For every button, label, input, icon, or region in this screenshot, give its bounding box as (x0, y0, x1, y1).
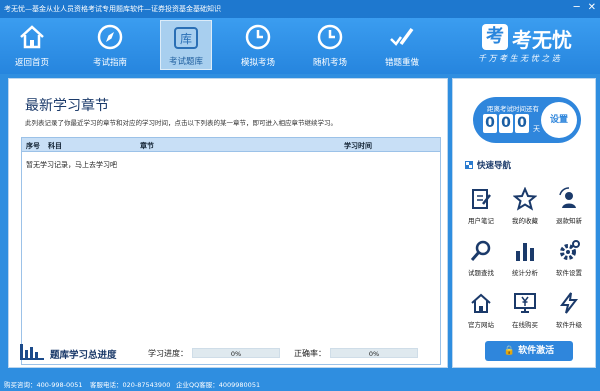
recent-chapters-panel: 最新学习章节 此列表记录了你最近学习的章节和对应的学习时间，点击以下列表的某一章… (8, 78, 448, 368)
library-icon: 库 (174, 27, 198, 49)
quick-nav-buy[interactable]: 在线购买 (503, 289, 547, 335)
lock-icon: 🔒 (503, 346, 519, 356)
accuracy-value: 0% (368, 350, 380, 358)
nav-guide-label: 考试指南 (92, 58, 127, 68)
home-outline-icon (471, 293, 491, 313)
search-icon (470, 240, 491, 261)
nav-redo-wrong[interactable]: 错题重做 (376, 20, 428, 70)
bar-chart-icon (20, 344, 44, 360)
countdown-digits: 0 0 0 (483, 114, 529, 133)
quick-nav-favorites[interactable]: 我的收藏 (503, 185, 547, 231)
clock-icon (245, 24, 271, 50)
nav-home[interactable]: 返回首页 (6, 20, 58, 70)
main-toolbar: 返回首页 考试指南 库 考试题库 模拟考场 随机考场 错题重做 考 考无忧 千 … (0, 18, 600, 74)
window-controls: ─ ✕ (574, 2, 596, 14)
quick-nav-stats[interactable]: 统计分析 (503, 237, 547, 283)
minimize-button[interactable]: ─ (574, 2, 580, 14)
page-description: 此列表记录了你最近学习的章节和对应的学习时间，点击以下列表的某一章节，即可进入相… (25, 119, 337, 127)
title-bar: 考无忧—基金从业人员资格考试专用题库软件—证券投资基金基础知识 ─ ✕ (0, 0, 600, 18)
table-header: 序号 科目 章节 学习时间 (22, 138, 440, 152)
column-header-index: 序号 (26, 142, 40, 150)
quick-nav-upgrade-label: 软件升级 (556, 321, 582, 329)
service-phone: 客服电话：020-87543900 (90, 381, 171, 389)
monitor-yen-icon (514, 293, 536, 313)
countdown-label: 距离考试时间还有 (487, 105, 539, 113)
study-progress-value: 0% (230, 350, 242, 358)
quick-nav-notes[interactable]: 用户笔记 (459, 185, 503, 231)
study-progress-bar: 0% (192, 348, 280, 358)
nav-guide[interactable]: 考试指南 (84, 20, 136, 70)
nav-random-exam[interactable]: 随机考场 (304, 20, 356, 70)
close-button[interactable]: ✕ (588, 2, 596, 14)
quick-nav-settings[interactable]: 软件设置 (547, 237, 591, 283)
page-title: 最新学习章节 (25, 98, 109, 114)
home-icon (20, 25, 44, 49)
gear-icon (560, 240, 580, 260)
nav-question-bank[interactable]: 库 考试题库 (160, 20, 212, 70)
library-badge: 库 (180, 31, 192, 46)
nav-mock-exam-label: 模拟考场 (240, 58, 275, 68)
column-header-chapter: 章节 (140, 142, 154, 150)
qq-service: 企业QQ客服：4009980051 (176, 381, 261, 389)
activate-label: 软件激活 (518, 346, 555, 356)
brand-logo: 考 考无忧 千 万 考 生 无 忧 之 选 (468, 22, 596, 68)
overall-progress: 题库学习总进度 学习进度： 0% 正确率： 0% (20, 342, 440, 362)
accuracy-label: 正确率： (294, 349, 326, 358)
study-progress-label: 学习进度： (148, 349, 188, 358)
quick-nav-review[interactable]: 退款知新 (547, 185, 591, 231)
column-header-subject: 科目 (48, 142, 62, 150)
nav-mock-exam[interactable]: 模拟考场 (232, 20, 284, 70)
pencil-check-icon (390, 27, 414, 46)
countdown-digit: 0 (515, 114, 529, 133)
brand-name: 考无忧 (512, 28, 572, 52)
countdown-unit: 天 (533, 125, 540, 133)
refresh-user-icon (559, 187, 576, 208)
exam-countdown: 距离考试时间还有 0 0 0 天 设置 (473, 97, 581, 143)
grid-icon (465, 161, 473, 169)
note-icon (472, 189, 491, 209)
quick-nav-website[interactable]: 官方网站 (459, 289, 503, 335)
brand-mark: 考 (482, 24, 508, 50)
empty-state-text: 暂无学习记录，马上去学习吧 (26, 161, 117, 169)
nav-random-exam-label: 随机考场 (312, 58, 347, 68)
quick-nav-search[interactable]: 试题查找 (459, 237, 503, 283)
window-title: 考无忧—基金从业人员资格考试专用题库软件—证券投资基金基础知识 (4, 5, 221, 13)
quick-nav-settings-label: 软件设置 (556, 269, 582, 277)
quick-nav-upgrade[interactable]: 软件升级 (547, 289, 591, 335)
clock-icon (317, 24, 343, 50)
quick-nav-title: 快速导航 (477, 161, 512, 171)
column-header-time: 学习时间 (344, 142, 372, 150)
nav-redo-wrong-label: 错题重做 (384, 58, 419, 68)
lightning-icon (560, 292, 579, 314)
quick-nav-heading: 快速导航 (465, 159, 511, 171)
compass-icon (97, 24, 123, 50)
progress-title: 题库学习总进度 (50, 350, 117, 361)
quick-nav-review-label: 退款知新 (556, 217, 582, 225)
accuracy-bar: 0% (330, 348, 418, 358)
nav-question-bank-label: 考试题库 (168, 57, 203, 67)
status-bar: 购买咨询：400-998-0051 客服电话：020-87543900 企业QQ… (0, 374, 600, 391)
bar-chart-icon (516, 243, 534, 261)
countdown-digit: 0 (499, 114, 513, 133)
sales-hotline: 购买咨询：400-998-0051 (4, 381, 83, 389)
star-icon (513, 187, 537, 211)
sidebar: 距离考试时间还有 0 0 0 天 设置 快速导航 用户笔记 我的收藏 退款知新 … (452, 78, 596, 368)
nav-home-label: 返回首页 (14, 58, 49, 68)
activate-software-button[interactable]: 🔒 软件激活 (485, 341, 573, 361)
recent-chapters-table: 序号 科目 章节 学习时间 暂无学习记录，马上去学习吧 (21, 137, 441, 365)
countdown-digit: 0 (483, 114, 497, 133)
countdown-settings-button[interactable]: 设置 (541, 102, 577, 138)
brand-slogan: 千 万 考 生 无 忧 之 选 (478, 54, 560, 63)
